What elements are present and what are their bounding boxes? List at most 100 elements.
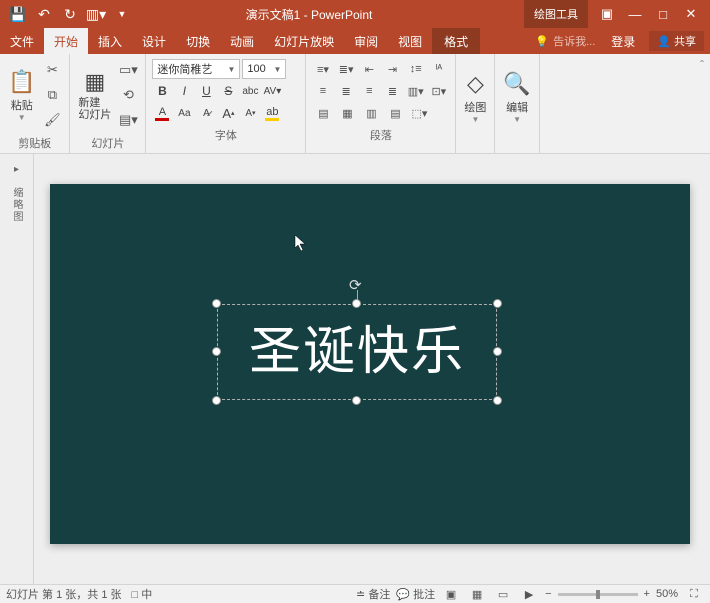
tab-format[interactable]: 格式 (432, 28, 480, 54)
workspace: ▸ 缩略图 ⟳ 圣诞快乐 (0, 154, 710, 584)
resize-handle[interactable] (352, 396, 361, 405)
reset-icon[interactable]: ⟲ (117, 84, 139, 106)
start-from-beginning-icon[interactable]: ▥▾ (84, 2, 108, 26)
indent-decrease-button[interactable]: ⇤ (359, 59, 380, 79)
undo-icon[interactable]: ↶ (32, 2, 56, 26)
statusbar: 幻灯片 第 1 张，共 1 张 □ 中 ≐ 备注 💬 批注 ▣ ▦ ▭ ▶ − … (0, 584, 710, 603)
slide[interactable]: ⟳ 圣诞快乐 (50, 184, 690, 544)
save-icon[interactable]: 💾 (6, 2, 30, 26)
close-icon[interactable]: ✕ (678, 2, 704, 26)
align-left-button[interactable]: ≡ (312, 81, 333, 101)
align-right-button[interactable]: ≡ (359, 81, 380, 101)
tell-me-search[interactable]: 💡告诉我... (527, 33, 603, 49)
titlebar: 💾 ↶ ↻ ▥▾ ▼ 演示文稿1 - PowerPoint 绘图工具 ▣ — □… (0, 0, 710, 28)
normal-view-icon[interactable]: ▣ (441, 586, 461, 602)
align-text-button[interactable]: ⊡▾ (428, 81, 449, 101)
tab-design[interactable]: 设计 (132, 28, 176, 54)
expand-thumbnails-icon[interactable]: ▸ (10, 160, 23, 179)
comments-button[interactable]: 💬 批注 (396, 586, 435, 602)
collapse-ribbon-icon[interactable]: ˆ (694, 54, 710, 153)
resize-handle[interactable] (493, 347, 502, 356)
change-case-button[interactable]: Aa (174, 103, 194, 123)
paste-button[interactable]: 📋 粘贴 ▼ (4, 57, 39, 133)
share-button[interactable]: 👤共享 (649, 31, 704, 51)
tab-review[interactable]: 审阅 (344, 28, 388, 54)
zoom-slider[interactable] (558, 593, 638, 596)
section-icon[interactable]: ▤▾ (117, 109, 139, 131)
copy-icon[interactable]: ⧉ (41, 84, 63, 106)
font-name-combo[interactable]: 迷你简稚艺▼ (152, 59, 240, 79)
resize-handle[interactable] (212, 299, 221, 308)
fit-to-window-icon[interactable]: ⛶ (684, 586, 704, 602)
font-color-button[interactable]: A (152, 103, 172, 123)
maximize-icon[interactable]: □ (650, 2, 676, 26)
format-painter-icon[interactable]: 🖌 (41, 109, 63, 131)
tab-slideshow[interactable]: 幻灯片放映 (264, 28, 344, 54)
bullets-button[interactable]: ≡▾ (312, 59, 333, 79)
drawing-button[interactable]: ◇ 绘图 ▼ (460, 57, 490, 137)
chevron-down-icon: ▼ (18, 113, 26, 122)
zoom-out-button[interactable]: − (545, 588, 551, 600)
tab-view[interactable]: 视图 (388, 28, 432, 54)
convert-smartart-button[interactable]: ⬚▾ (408, 103, 430, 123)
align-center-button[interactable]: ≣ (336, 81, 357, 101)
text-direction-button[interactable]: ᴵᴬ (428, 59, 449, 79)
lightbulb-icon: 💡 (535, 35, 549, 48)
resize-handle[interactable] (493, 396, 502, 405)
font-size-combo[interactable]: 100▼ (242, 59, 286, 79)
zoom-in-button[interactable]: + (644, 588, 650, 600)
italic-button[interactable]: I (174, 81, 194, 101)
strikethrough-button[interactable]: S (218, 81, 238, 101)
tab-animations[interactable]: 动画 (220, 28, 264, 54)
group-label-paragraph: 段落 (310, 125, 451, 145)
text-shadow-button[interactable]: abc (240, 81, 260, 101)
language-indicator[interactable]: □ 中 (132, 586, 153, 602)
tab-insert[interactable]: 插入 (88, 28, 132, 54)
redo-icon[interactable]: ↻ (58, 2, 82, 26)
group-label-slides: 幻灯片 (74, 133, 141, 153)
indent-increase-button[interactable]: ⇥ (382, 59, 403, 79)
resize-handle[interactable] (352, 299, 361, 308)
login-link[interactable]: 登录 (603, 28, 643, 54)
notes-button[interactable]: ≐ 备注 (356, 586, 390, 602)
reading-view-icon[interactable]: ▭ (493, 586, 513, 602)
tab-file[interactable]: 文件 (0, 28, 44, 54)
editing-button[interactable]: 🔍 编辑 ▼ (499, 57, 534, 137)
text-highlight-button[interactable]: ab (262, 103, 282, 123)
columns-button[interactable]: ▥▾ (405, 81, 426, 101)
slide-canvas-area[interactable]: ⟳ 圣诞快乐 (34, 154, 710, 584)
tab-transitions[interactable]: 切换 (176, 28, 220, 54)
align-right2[interactable]: ▥ (360, 103, 382, 123)
layout-icon[interactable]: ▭▾ (117, 59, 139, 81)
character-spacing-button[interactable]: AV▾ (262, 81, 282, 101)
slide-counter[interactable]: 幻灯片 第 1 张，共 1 张 (6, 586, 122, 602)
line-spacing-button[interactable]: ↕≡ (405, 59, 426, 79)
justify-button[interactable]: ≣ (382, 81, 403, 101)
resize-handle[interactable] (212, 347, 221, 356)
sorter-view-icon[interactable]: ▦ (467, 586, 487, 602)
resize-handle[interactable] (493, 299, 502, 308)
tab-home[interactable]: 开始 (44, 28, 88, 54)
cut-icon[interactable]: ✂ (41, 59, 63, 81)
minimize-icon[interactable]: — (622, 2, 648, 26)
numbering-button[interactable]: ≣▾ (336, 59, 357, 79)
align-center2[interactable]: ▦ (336, 103, 358, 123)
resize-handle[interactable] (212, 396, 221, 405)
distribute-button[interactable]: ▤ (384, 103, 406, 123)
zoom-thumb[interactable] (596, 590, 600, 599)
group-font: 迷你简稚艺▼ 100▼ B I U S abc AV▾ A Aa A̷ A▴ A… (146, 54, 306, 153)
grow-font-button[interactable]: A▴ (218, 103, 238, 123)
selected-textbox[interactable]: ⟳ 圣诞快乐 (217, 304, 497, 400)
bold-button[interactable]: B (152, 81, 172, 101)
ribbon-options-icon[interactable]: ▣ (594, 2, 620, 26)
slideshow-view-icon[interactable]: ▶ (519, 586, 539, 602)
underline-button[interactable]: U (196, 81, 216, 101)
new-slide-button[interactable]: ▦ 新建 幻灯片 (74, 57, 115, 133)
paste-icon: 📋 (8, 69, 35, 95)
clear-formatting-button[interactable]: A̷ (196, 103, 216, 123)
window-title: 演示文稿1 - PowerPoint (134, 6, 524, 23)
qat-customize-icon[interactable]: ▼ (110, 2, 134, 26)
align-left2[interactable]: ▤ (312, 103, 334, 123)
zoom-level[interactable]: 50% (656, 588, 678, 600)
shrink-font-button[interactable]: A▾ (240, 103, 260, 123)
